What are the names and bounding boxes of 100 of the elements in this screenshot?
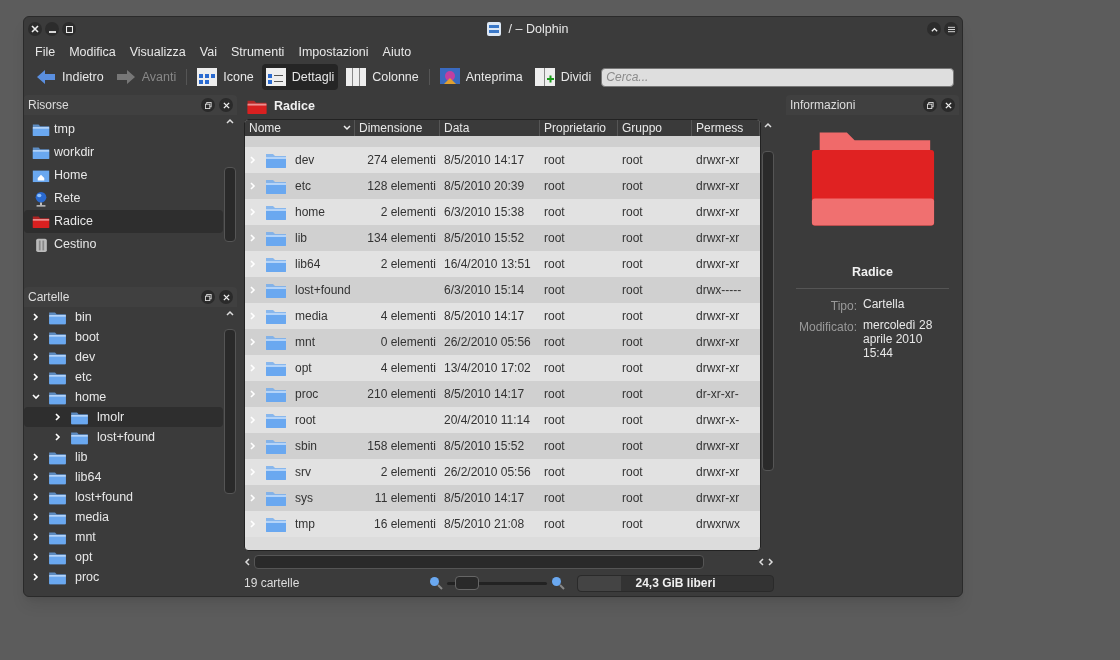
table-row[interactable]: tmp 16 elementi 8/5/2010 21:08 root root drwxrwx: [245, 511, 760, 537]
float-button[interactable]: [923, 98, 937, 112]
place-item[interactable]: Rete: [24, 187, 223, 210]
float-button[interactable]: [201, 98, 215, 112]
place-item[interactable]: Home: [24, 164, 223, 187]
free-space-bar: 24,3 GiB liberi: [577, 574, 774, 592]
menu-item[interactable]: Strumenti: [230, 42, 285, 62]
table-cell: 6/3/2010 15:14: [444, 283, 525, 297]
menu-item[interactable]: File: [35, 42, 56, 62]
minimize-button[interactable]: [45, 22, 59, 36]
tree-item[interactable]: proc: [24, 567, 223, 587]
table-row[interactable]: dev 274 elementi 8/5/2010 14:17 root root drwxr-xr: [245, 147, 760, 173]
tree-item[interactable]: etc: [24, 367, 223, 387]
table-cell: root: [622, 491, 643, 505]
toolbar-button[interactable]: Colonne: [342, 64, 423, 90]
table-cell: root: [622, 335, 643, 349]
collapse-button[interactable]: [927, 22, 941, 36]
menu-item[interactable]: Modifica: [69, 42, 116, 62]
zoom-slider-thumb[interactable]: [454, 576, 479, 590]
tree-item[interactable]: home: [24, 387, 223, 407]
table-cell: 8/5/2010 15:52: [444, 439, 525, 453]
table-row[interactable]: media 4 elementi 8/5/2010 14:17 root root drwxr-xr: [245, 303, 760, 329]
tree-item[interactable]: dev: [24, 347, 223, 367]
folder-icon: [32, 122, 50, 137]
place-label: Cestino: [54, 236, 97, 254]
place-item[interactable]: tmp: [24, 118, 223, 141]
table-row[interactable]: opt 4 elementi 13/4/2010 17:02 root root drwxr-xr: [245, 355, 760, 381]
table-cell: 11 elementi: [374, 491, 436, 505]
folder-icon: [32, 214, 50, 229]
folder-icon: [265, 515, 287, 533]
float-icon: [926, 101, 934, 109]
tree-label: lost+found: [75, 488, 134, 506]
folder-icon: [265, 411, 287, 429]
tree-item[interactable]: lmolr: [24, 407, 223, 427]
tree-item[interactable]: media: [24, 507, 223, 527]
table-cell: 210 elementi: [367, 387, 436, 401]
folder-icon: [265, 385, 287, 403]
place-item[interactable]: Radice: [24, 210, 223, 233]
tree-item[interactable]: boot: [24, 327, 223, 347]
folder-icon: [265, 203, 287, 221]
menu-item[interactable]: Visualizza: [129, 42, 186, 62]
place-label: workdir: [54, 144, 95, 162]
close-button[interactable]: [28, 22, 42, 36]
tree-item[interactable]: lost+found: [24, 487, 223, 507]
table-row[interactable]: root 20/4/2010 11:14 root root drwxr-x-: [245, 407, 760, 433]
tree-label: lib64: [75, 468, 102, 486]
minimize-icon: [48, 31, 56, 33]
place-item[interactable]: workdir: [24, 141, 223, 164]
close-button[interactable]: [219, 98, 233, 112]
table-cell-text: sbin: [295, 438, 317, 455]
place-item[interactable]: Cestino: [24, 233, 223, 256]
maximize-icon: [65, 25, 73, 33]
menu-item[interactable]: Vai: [199, 42, 217, 62]
table-cell-text: lost+found: [295, 282, 351, 299]
toolbar-button[interactable]: Dividi: [530, 64, 596, 90]
tree-item[interactable]: mnt: [24, 527, 223, 547]
table-cell: 8/5/2010 15:52: [444, 231, 525, 245]
menu-item[interactable]: Aiuto: [382, 42, 412, 62]
toolbar-button[interactable]: Dettagli: [261, 64, 339, 90]
table-cell: 8/5/2010 14:17: [444, 153, 525, 167]
toolbar-button[interactable]: Icone: [193, 64, 258, 90]
table-cell: root: [544, 491, 565, 505]
table-row[interactable]: srv 2 elementi 26/2/2010 05:56 root root drwxr-xr: [245, 459, 760, 485]
close-button[interactable]: [219, 290, 233, 304]
table-row[interactable]: home 2 elementi 6/3/2010 15:38 root root drwxr-xr: [245, 199, 760, 225]
panel-title: Informazioni: [790, 97, 857, 114]
float-button[interactable]: [201, 290, 215, 304]
tree-item[interactable]: lib: [24, 447, 223, 467]
folder-icon: [265, 229, 287, 247]
search-field[interactable]: Cerca...: [601, 67, 954, 87]
zoom-out-icon[interactable]: [429, 576, 443, 590]
menu-button[interactable]: [944, 22, 958, 36]
scrollbar-thumb[interactable]: [224, 167, 236, 242]
zoom-slider[interactable]: [447, 576, 547, 590]
table-cell: root: [544, 335, 565, 349]
table-cell: 4 elementi: [380, 361, 436, 375]
tree-item[interactable]: lost+found: [24, 427, 223, 447]
close-button[interactable]: [941, 98, 955, 112]
toolbar-button[interactable]: Anteprima: [435, 64, 527, 90]
folder-icon: [32, 145, 50, 160]
tree-item[interactable]: bin: [24, 307, 223, 327]
table-cell: root: [622, 283, 643, 297]
table-cell: 158 elementi: [367, 439, 436, 453]
toolbar-button[interactable]: Indietro: [32, 64, 108, 90]
table-row[interactable]: lib64 2 elementi 16/4/2010 13:51 root root drwxr-xr: [245, 251, 760, 277]
tree-item[interactable]: lib64: [24, 467, 223, 487]
forward-arrow-icon: [115, 68, 136, 86]
icon-grid-icon: [197, 68, 218, 86]
maximize-button[interactable]: [62, 22, 76, 36]
close-icon: [222, 293, 230, 301]
table-cell: 20/4/2010 11:14: [444, 413, 530, 427]
scrollbar-thumb[interactable]: [762, 151, 774, 471]
tree-item[interactable]: opt: [24, 547, 223, 567]
table-cell: root: [544, 517, 565, 531]
table-cell: drwx-----: [696, 283, 742, 297]
table-cell: 8/5/2010 14:17: [444, 309, 525, 323]
scrollbar-thumb[interactable]: [224, 329, 236, 494]
zoom-in-icon[interactable]: [551, 576, 565, 590]
table-cell: root: [622, 439, 643, 453]
menu-item[interactable]: Impostazioni: [298, 42, 369, 62]
